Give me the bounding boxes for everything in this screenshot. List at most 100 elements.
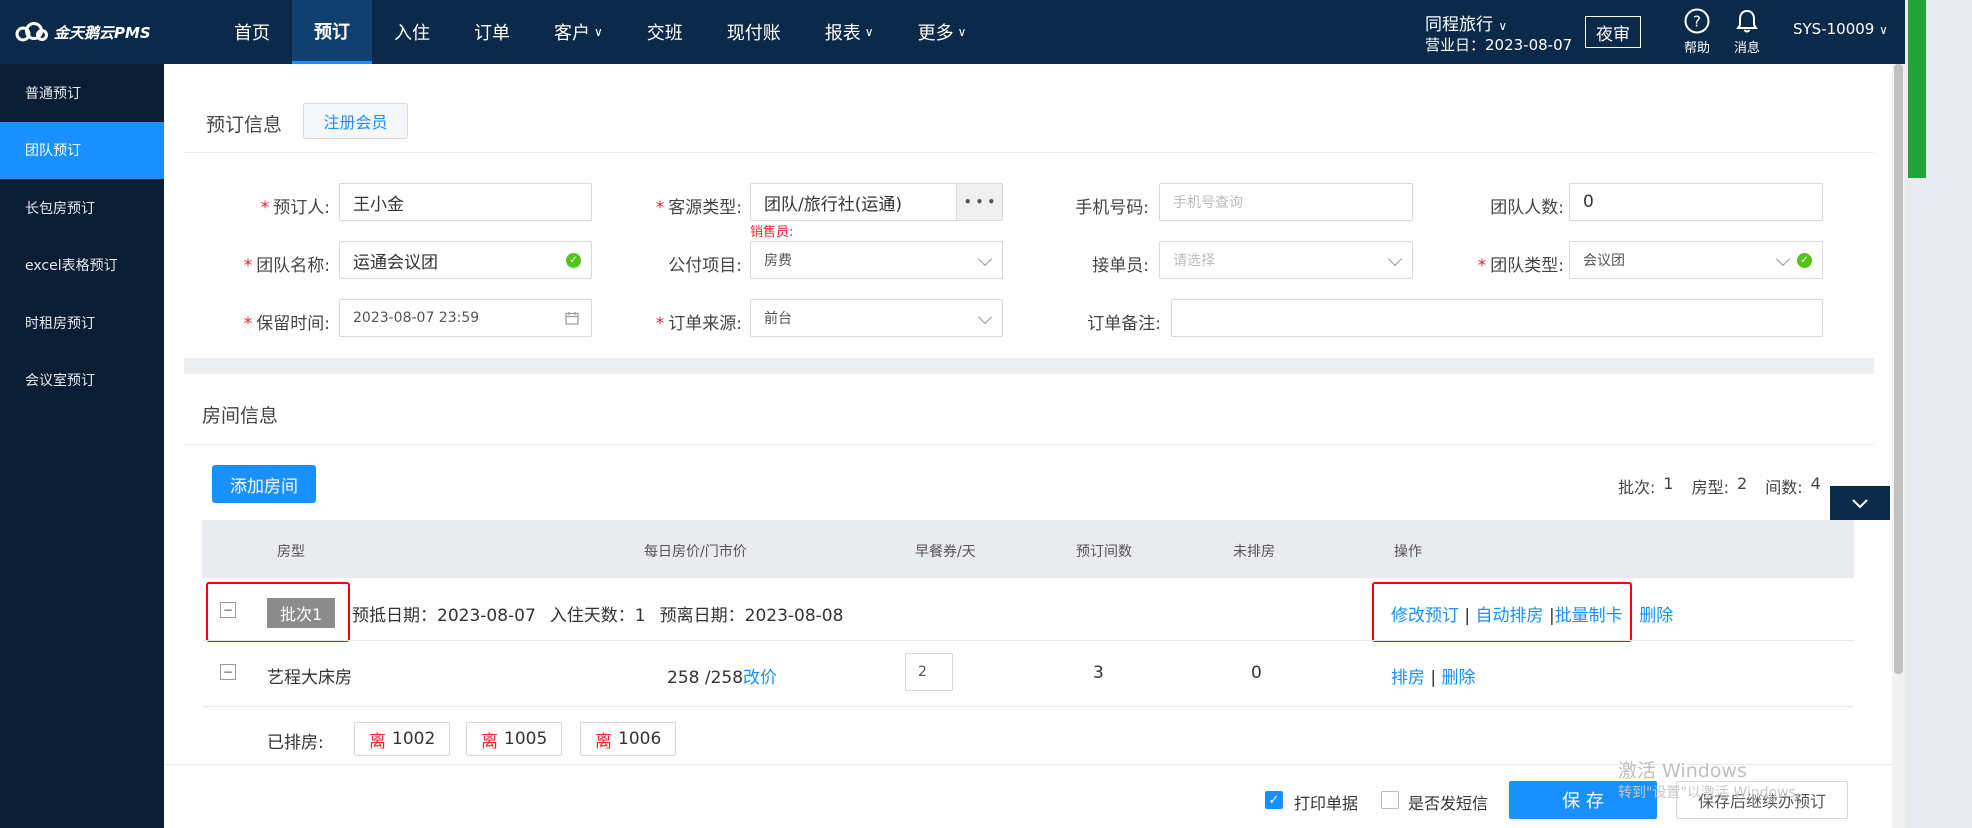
room-number: 1002 <box>392 729 436 749</box>
check-circle-icon: ✓ <box>566 253 581 268</box>
room-number: 1005 <box>504 729 548 749</box>
assigned-room-tag[interactable]: 离 1006 <box>580 722 677 756</box>
group-name-label: * 团队名称: <box>243 256 330 276</box>
label-text: 预订人: <box>273 198 330 218</box>
hold-time-picker[interactable]: 2023-08-07 23:59 <box>339 299 592 337</box>
nav-cash-account[interactable]: 现付账 <box>705 0 803 64</box>
input-value: 运通会议团 <box>353 252 438 273</box>
sidebar-item-excel-booking[interactable]: excel表格预订 <box>0 237 164 295</box>
billing-item-select[interactable]: 房费 <box>750 241 1003 279</box>
group-type-select[interactable]: 会议团 ✓ <box>1569 241 1823 279</box>
help-icon: ? <box>1684 8 1710 34</box>
more-options-icon[interactable]: • • • <box>956 184 1002 220</box>
divider <box>184 152 1874 153</box>
background-window <box>1905 0 1972 828</box>
group-size-label: 团队人数: <box>1490 198 1564 218</box>
nav-customers[interactable]: 客户 ∨ <box>532 0 625 64</box>
remark-input[interactable] <box>1171 299 1823 337</box>
sidebar-item-long-stay-booking[interactable]: 长包房预订 <box>0 179 164 237</box>
nav-more[interactable]: 更多 ∨ <box>896 0 989 64</box>
chevron-down-icon: ∨ <box>864 25 874 39</box>
unassigned-count: 0 <box>1251 663 1262 683</box>
group-size-input[interactable]: 0 <box>1569 183 1823 221</box>
arrival-date: 预抵日期：2023-08-07 <box>352 606 536 626</box>
summary-value: 2 <box>1737 474 1748 493</box>
delete-batch-link[interactable]: 删除 <box>1639 606 1673 626</box>
help-label: 帮助 <box>1683 41 1710 56</box>
chevron-down-icon <box>977 309 993 325</box>
room-type-name: 艺程大床房 <box>267 668 352 688</box>
collapse-room-icon[interactable]: − <box>220 664 236 680</box>
sidebar-item-group-booking[interactable]: 团队预订 <box>0 121 164 179</box>
summary-label: 间数: <box>1765 478 1803 497</box>
assign-room-link[interactable]: 排房 <box>1391 668 1425 688</box>
booked-count: 3 <box>1093 663 1104 683</box>
messages-label: 消息 <box>1733 41 1760 56</box>
phone-label: 手机号码: <box>1075 198 1149 218</box>
room-status: 离 <box>595 731 612 752</box>
source-type-input[interactable]: 团队/旅行社(运通) • • • <box>750 183 1003 221</box>
scrollbar-thumb[interactable] <box>1894 64 1903 674</box>
booker-input[interactable]: 王小金 <box>339 183 592 221</box>
phone-input[interactable]: 手机号查询 <box>1159 183 1413 221</box>
nav-checkin[interactable]: 入住 <box>372 0 452 64</box>
hotel-name: 同程旅行 <box>1425 15 1493 35</box>
batch-details: 预抵日期：2023-08-07 入住天数：1 预离日期：2023-08-08 <box>352 601 843 626</box>
user-menu[interactable]: SYS-10009 ∨ <box>1793 20 1888 38</box>
check-circle-icon: ✓ <box>1797 253 1812 268</box>
nav-label: 预订 <box>314 21 350 43</box>
order-source-select[interactable]: 前台 <box>750 299 1003 337</box>
nav-reports[interactable]: 报表 ∨ <box>803 0 896 64</box>
booking-info-title: 预订信息 <box>206 114 283 136</box>
sidebar-item-meeting-room-booking[interactable]: 会议室预订 <box>0 352 164 410</box>
summary-value: 4 <box>1810 474 1821 493</box>
app-logo[interactable]: 金天鹅云PMS <box>14 18 151 46</box>
breakfast-input[interactable]: 2 <box>905 653 953 691</box>
main-content: 预订信息 注册会员 * 预订人: 王小金 * 客源类型: 团队/旅行社(运通) • … <box>164 64 1892 828</box>
label-text: 团队类型: <box>1490 256 1564 276</box>
chevron-down-icon: ∨ <box>957 25 967 39</box>
nav-label: 客户 <box>554 23 590 44</box>
vertical-scrollbar[interactable] <box>1892 64 1905 828</box>
input-value: 0 <box>1583 192 1594 212</box>
receiver-select[interactable]: 请选择 <box>1159 241 1413 279</box>
room-status: 离 <box>481 731 498 752</box>
help-button[interactable]: ? 帮助 <box>1675 6 1719 56</box>
sidebar-item-label: excel表格预订 <box>25 258 118 275</box>
delete-room-link[interactable]: 删除 <box>1442 668 1476 688</box>
nights: 入住天数：1 <box>549 606 646 626</box>
room-table-header: 房型 每日房价/门市价 早餐券/天 预订间数 未排房 操作 <box>202 520 1854 578</box>
sidebar-item-label: 时租房预订 <box>25 315 95 332</box>
nav-label: 入住 <box>394 23 430 44</box>
nav-shift[interactable]: 交班 <box>625 0 705 64</box>
nav-orders[interactable]: 订单 <box>452 0 532 64</box>
input-value: 2 <box>918 664 927 680</box>
send-sms-checkbox[interactable] <box>1381 791 1399 809</box>
print-receipt-checkbox[interactable]: ✓ <box>1265 791 1283 809</box>
column-header: 房型 <box>277 544 305 560</box>
order-source-label: * 订单来源: <box>655 314 742 334</box>
nav-home[interactable]: 首页 <box>212 0 292 64</box>
messages-button[interactable]: 消息 <box>1725 6 1769 56</box>
receiver-label: 接单员: <box>1092 256 1149 276</box>
assigned-label: 已排房: <box>267 733 324 753</box>
night-audit-button[interactable]: 夜审 <box>1585 16 1641 48</box>
hotel-switcher[interactable]: 同程旅行 ∨ <box>1425 10 1507 35</box>
bell-icon <box>1736 9 1758 33</box>
summary-label: 批次: <box>1618 478 1656 497</box>
sidebar-item-normal-booking[interactable]: 普通预订 <box>0 64 164 122</box>
group-name-input[interactable]: 运通会议团 ✓ <box>339 241 592 279</box>
nav-booking[interactable]: 预订 <box>292 0 372 64</box>
register-member-button[interactable]: 注册会员 <box>303 103 408 139</box>
assigned-room-tag[interactable]: 离 1005 <box>466 722 563 756</box>
add-room-button[interactable]: 添加房间 <box>212 465 316 503</box>
row-divider <box>202 640 1854 641</box>
sidebar-item-hourly-booking[interactable]: 时租房预订 <box>0 294 164 352</box>
booker-label: * 预订人: <box>260 198 330 218</box>
assigned-room-tag[interactable]: 离 1002 <box>354 722 451 756</box>
change-price-link[interactable]: 改价 <box>743 668 777 688</box>
chevron-down-icon <box>1775 251 1791 267</box>
sidebar: 普通预订 团队预订 长包房预订 excel表格预订 时租房预订 会议室预订 <box>0 64 164 828</box>
send-sms-label: 是否发短信 <box>1408 794 1489 813</box>
collapse-button[interactable] <box>1830 486 1890 520</box>
